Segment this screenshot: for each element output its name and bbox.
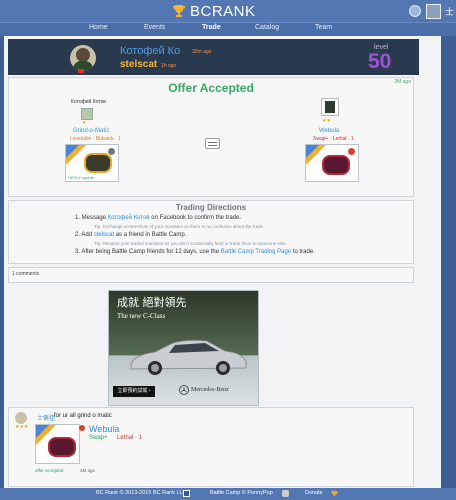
user-avatar[interactable] <box>426 4 441 19</box>
left-monster-name[interactable]: Grind-o-Matic <box>73 128 109 134</box>
gamepad-icon <box>282 490 289 497</box>
element-icon <box>79 425 85 431</box>
comment-monster-name[interactable]: Webula <box>89 424 119 434</box>
comment-monster-card[interactable] <box>35 424 80 464</box>
comment-stars: ★★★ <box>15 424 29 430</box>
logo-text: BCRANK <box>190 2 256 20</box>
level-value: 50 <box>368 50 392 73</box>
nav-home[interactable]: Home <box>89 24 108 31</box>
comment-time: 3M ago <box>80 468 96 473</box>
comment-avatar[interactable] <box>15 412 27 424</box>
footer-battlecamp[interactable]: Battle Camp © PennyPop <box>210 490 273 496</box>
tip-1: Tip: Exchange screenshots of your monste… <box>94 224 265 229</box>
trophy-icon <box>173 4 185 17</box>
globe-icon[interactable] <box>409 5 421 17</box>
user-name[interactable]: 士 <box>445 5 454 18</box>
offer-time: 3M ago <box>394 79 411 85</box>
tip-2: Tip: Rename your traded monsters so you … <box>94 241 288 246</box>
directions-card: Trading Directions 1. Message Котофей Ко… <box>8 200 414 264</box>
main-nav: Home Events Trade Catalog Team <box>0 22 456 36</box>
profile-username-time: 1h ago <box>161 63 177 69</box>
directions-title: Trading Directions <box>175 203 247 212</box>
step3-link[interactable]: Battle Camp Trading Page <box>221 249 291 255</box>
flag-icon <box>78 69 84 73</box>
direction-step-3: 3. After being Battle Camp friends for 1… <box>75 249 315 255</box>
right-stars: ★★ <box>322 118 331 124</box>
mercedes-logo-icon <box>179 385 189 395</box>
right-monster-name[interactable]: Webula <box>319 128 339 134</box>
profile-banner: Котофей Ко 32m ago stelscat 1h ago level… <box>8 39 419 75</box>
profile-avatar[interactable] <box>70 45 96 71</box>
comment-text: for ur all grind o matic <box>54 413 112 419</box>
nav-team[interactable]: Team <box>315 24 332 31</box>
heart-icon <box>331 490 338 497</box>
footer-donate[interactable]: Donate <box>305 490 323 496</box>
footer: BC Rank © 2013-2015 BC Rank LLC Battle C… <box>0 488 456 500</box>
comment-lethal: Lethal · 1 <box>117 435 143 441</box>
logo[interactable]: BCRANK <box>173 2 256 20</box>
facebook-icon[interactable] <box>183 490 190 497</box>
comment-status: offer accepted <box>35 468 64 473</box>
comment-card: 士俵佳 for ur all grind o matic ★★★ Webula … <box>8 407 414 487</box>
comments-count: 1 comments <box>12 271 40 277</box>
step2-link[interactable]: stelscat <box>94 232 114 238</box>
comments-bar: 1 comments <box>8 267 414 283</box>
step1-link[interactable]: Котофей Котов <box>108 215 150 221</box>
left-trader-name[interactable]: Котофей Котов <box>71 99 106 105</box>
comment-user[interactable]: 士俵佳 <box>37 413 55 422</box>
ad-brand: Mercedes-Benz <box>191 387 229 393</box>
direction-step-2: 2. Add stelscat as a friend in Battle Ca… <box>75 232 187 238</box>
ad-button[interactable]: 立即預約試駕 › <box>113 386 155 397</box>
webula-sprite <box>322 155 350 175</box>
swap-icon <box>205 138 220 149</box>
profile-name[interactable]: Котофей Ко <box>120 45 180 57</box>
offer-title: Offer Accepted <box>168 81 254 95</box>
right-trader-avatar[interactable] <box>321 98 339 116</box>
comment-swap: Swap+ <box>89 435 108 441</box>
main-content: Котофей Ко 32m ago stelscat 1h ago level… <box>4 36 441 488</box>
left-stars: ★ <box>82 120 87 126</box>
left-trader-avatar[interactable] <box>81 108 93 120</box>
left-monster-tags: Levelable · Bulwark · 1 <box>70 136 121 142</box>
grind-o-matic-sprite <box>84 153 112 173</box>
footer-copyright: BC Rank © 2013-2015 BC Rank LLC <box>96 490 187 496</box>
profile-username[interactable]: stelscat <box>120 59 157 70</box>
comment-webula-sprite <box>48 437 76 457</box>
nav-catalog[interactable]: Catalog <box>255 24 279 31</box>
ad-subtitle: The new C-Class <box>117 312 166 320</box>
car-image <box>130 339 247 375</box>
right-monster-card[interactable] <box>305 144 359 182</box>
top-bar: BCRANK 士 <box>0 0 456 22</box>
left-bonus: +30% in spd sb <box>66 175 96 180</box>
right-monster-tags: Swap+ · Lethal · 1 <box>313 136 354 142</box>
nav-events[interactable]: Events <box>144 24 165 31</box>
ad-title: 成就 絕對領先 <box>117 296 187 309</box>
offer-card: Offer Accepted 3M ago Котофей Котов ★ Gr… <box>8 77 414 197</box>
profile-name-time: 32m ago <box>192 49 212 55</box>
advertisement[interactable]: 成就 絕對領先 The new C-Class 立即預約試駕 › Mercede… <box>108 290 259 406</box>
nav-trade[interactable]: Trade <box>202 24 221 31</box>
direction-step-1: 1. Message Котофей Котов on Facebook to … <box>75 215 242 221</box>
